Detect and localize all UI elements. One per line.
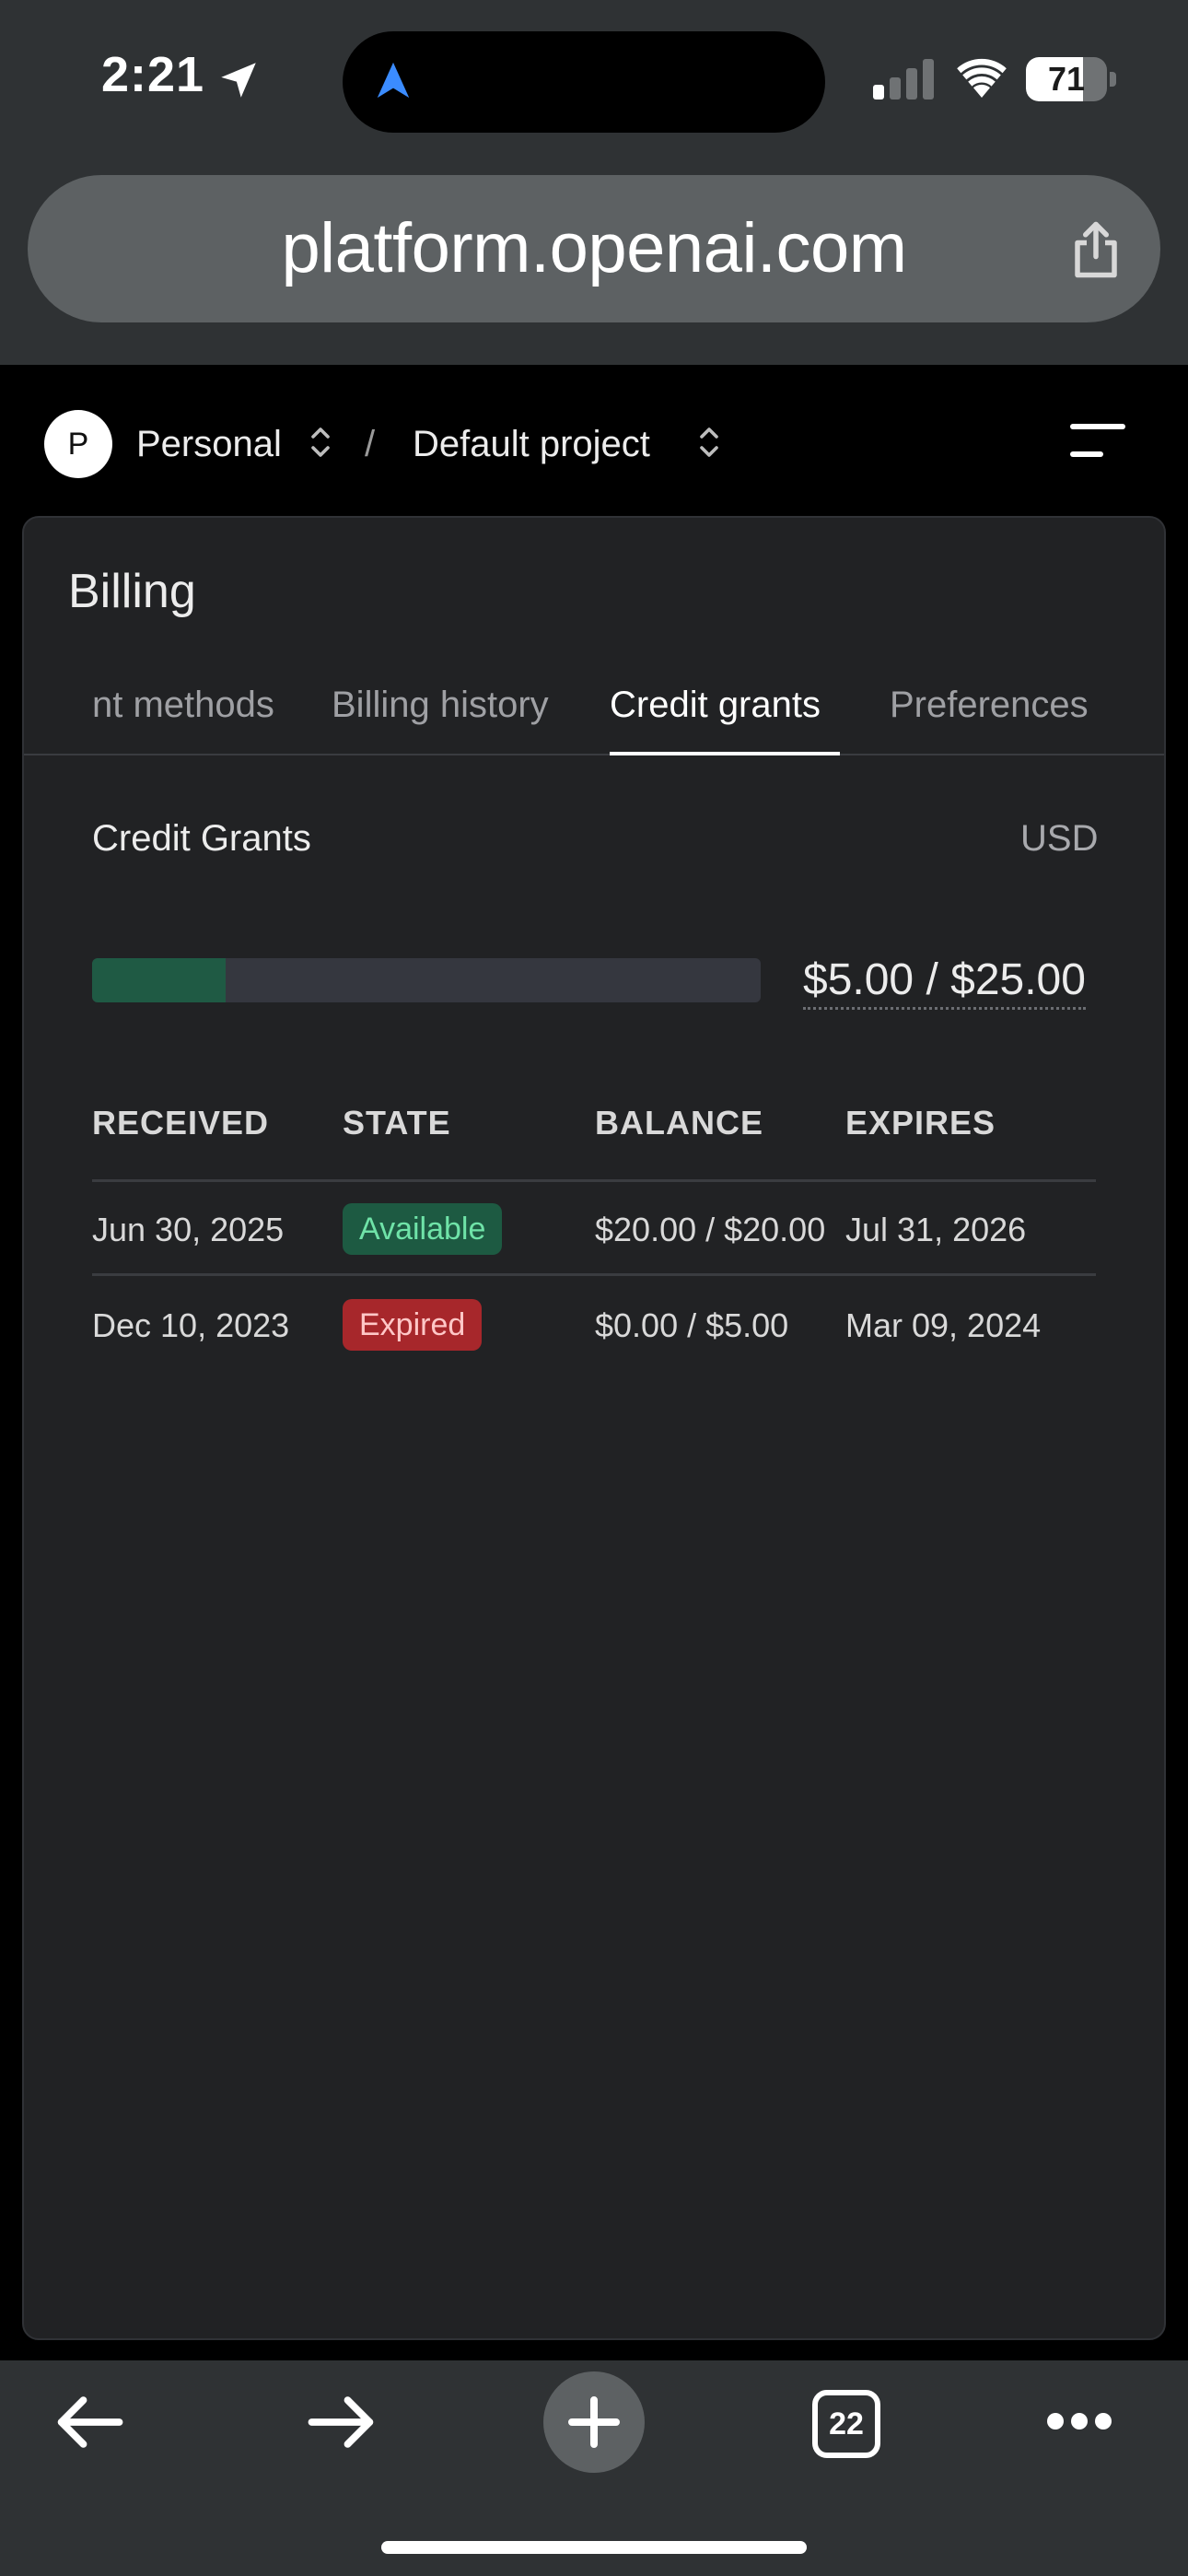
section-title: Credit Grants — [92, 818, 311, 859]
plus-icon[interactable] — [566, 2395, 622, 2450]
table-divider — [92, 1273, 1096, 1276]
menu-icon[interactable] — [1070, 422, 1125, 459]
battery-indicator: 71 — [1026, 57, 1116, 101]
billing-tabs: nt methods Billing history Credit grants… — [24, 673, 1164, 755]
cell-balance: $0.00 / $5.00 — [595, 1306, 789, 1344]
forward-arrow-icon[interactable] — [306, 2392, 378, 2453]
active-tab-indicator — [610, 752, 840, 755]
credit-usage-bar — [92, 958, 761, 1002]
tab-payment-methods[interactable]: nt methods — [92, 673, 274, 737]
cellular-signal-icon — [873, 59, 934, 100]
status-time: 2:21 — [101, 47, 205, 102]
status-badge: Available — [343, 1203, 503, 1255]
credit-usage-fill — [92, 958, 227, 1002]
more-options-icon[interactable] — [1046, 2410, 1112, 2432]
tab-preferences[interactable]: Preferences — [890, 673, 1089, 737]
page-title: Billing — [68, 565, 196, 618]
wifi-icon — [957, 58, 1007, 98]
cell-received: Jun 30, 2025 — [92, 1211, 285, 1248]
billing-card — [22, 516, 1166, 2340]
table-divider — [92, 1179, 1096, 1182]
cell-balance: $20.00 / $20.00 — [595, 1211, 826, 1248]
share-icon[interactable] — [1068, 219, 1124, 280]
battery-level: 71 — [1047, 60, 1086, 98]
url-bar[interactable]: platform.openai.com — [28, 175, 1160, 322]
currency-label: USD — [1020, 818, 1099, 859]
column-header-expires: EXPIRES — [845, 1104, 996, 1142]
project-selector[interactable]: Default project — [413, 416, 650, 472]
chevron-updown-icon[interactable] — [308, 424, 333, 461]
organization-selector[interactable]: Personal — [136, 416, 282, 472]
cell-received: Dec 10, 2023 — [92, 1306, 290, 1344]
tab-credit-grants[interactable]: Credit grants — [610, 673, 821, 737]
location-arrow-icon — [221, 63, 256, 98]
dynamic-island — [343, 31, 825, 133]
navigation-arrow-icon — [377, 62, 410, 99]
status-badge: Expired — [343, 1299, 483, 1351]
credit-usage-amount[interactable]: $5.00 / $25.00 — [803, 954, 1086, 1010]
column-header-state: STATE — [343, 1104, 451, 1142]
cell-expires: Mar 09, 2024 — [845, 1306, 1042, 1344]
column-header-received: RECEIVED — [92, 1104, 270, 1142]
chevron-updown-icon[interactable] — [696, 424, 722, 461]
home-indicator[interactable] — [381, 2541, 807, 2554]
column-header-balance: BALANCE — [595, 1104, 763, 1142]
tabs-divider — [24, 754, 1164, 755]
tabs-count-button[interactable]: 22 — [812, 2390, 880, 2458]
back-arrow-icon[interactable] — [53, 2392, 125, 2453]
tab-billing-history[interactable]: Billing history — [332, 673, 549, 737]
avatar[interactable]: P — [44, 410, 112, 478]
cell-expires: Jul 31, 2026 — [845, 1211, 1027, 1248]
breadcrumb-separator: / — [365, 424, 376, 464]
url-text[interactable]: platform.openai.com — [28, 175, 1160, 322]
